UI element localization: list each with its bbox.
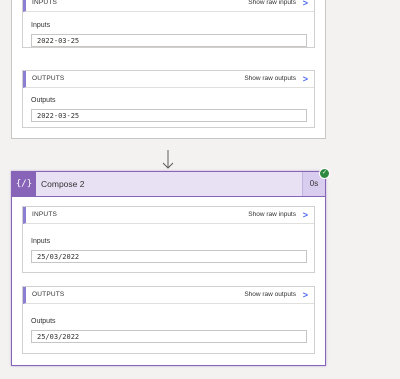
outputs-section: OUTPUTS Show raw outputs > Outputs 2022-… [22, 70, 315, 128]
compose-2-card: {/} Compose 2 0s INPUTS Show raw inputs … [11, 171, 326, 366]
outputs-section-header[interactable]: OUTPUTS Show raw outputs > [23, 287, 314, 304]
outputs-section-title: OUTPUTS [32, 291, 65, 298]
inputs-section: INPUTS Show raw inputs > Inputs 25/03/20… [22, 206, 315, 273]
inputs-field-label: Inputs [31, 238, 51, 245]
show-raw-outputs-link[interactable]: Show raw outputs [244, 71, 296, 87]
inputs-value-field: 25/03/2022 [31, 250, 307, 263]
outputs-field-label: Outputs [31, 97, 56, 104]
outputs-field-label: Outputs [31, 318, 56, 325]
compose-icon: {/} [12, 172, 36, 196]
compose-2-header[interactable]: {/} Compose 2 0s [12, 172, 325, 197]
outputs-section-header[interactable]: OUTPUTS Show raw outputs > [23, 71, 314, 88]
outputs-section-title: OUTPUTS [32, 75, 65, 82]
chevron-right-icon[interactable]: > [303, 71, 308, 87]
inputs-section-header[interactable]: INPUTS Show raw inputs > [23, 0, 314, 12]
outputs-value-field: 25/03/2022 [31, 330, 307, 343]
show-raw-inputs-link[interactable]: Show raw inputs [248, 0, 296, 11]
compose-2-title: Compose 2 [41, 179, 85, 189]
inputs-section-title: INPUTS [32, 0, 58, 6]
inputs-section-title: INPUTS [32, 211, 58, 218]
inputs-section: INPUTS Show raw inputs > Inputs 2022-03-… [22, 0, 315, 48]
chevron-right-icon[interactable]: > [303, 287, 308, 303]
show-raw-outputs-link[interactable]: Show raw outputs [244, 287, 296, 303]
down-arrow-icon [162, 150, 174, 169]
success-check-icon: ✓ [319, 168, 330, 179]
outputs-section: OUTPUTS Show raw outputs > Outputs 25/03… [22, 286, 315, 354]
inputs-field-label: Inputs [31, 22, 51, 29]
chevron-right-icon[interactable]: > [303, 207, 308, 223]
chevron-right-icon[interactable]: > [303, 0, 308, 11]
previous-action-card: INPUTS Show raw inputs > Inputs 2022-03-… [11, 0, 326, 139]
inputs-value-field: 2022-03-25 [31, 34, 307, 47]
inputs-section-header[interactable]: INPUTS Show raw inputs > [23, 207, 314, 224]
outputs-value-field: 2022-03-25 [31, 109, 307, 122]
show-raw-inputs-link[interactable]: Show raw inputs [248, 207, 296, 223]
